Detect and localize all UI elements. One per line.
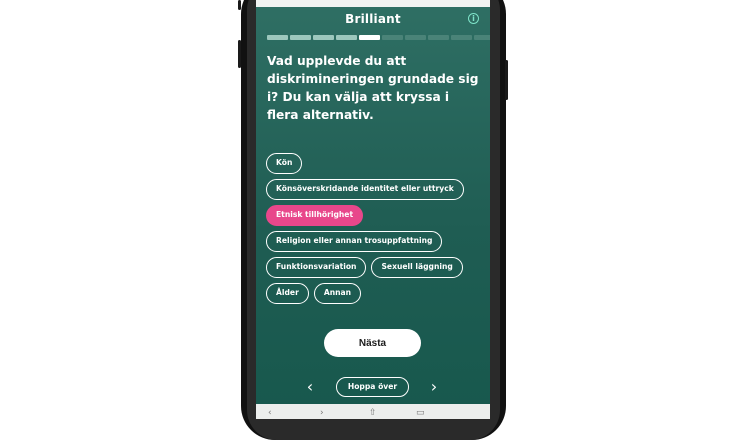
option-chip-kon[interactable]: Kön (266, 153, 303, 174)
tabs-icon[interactable]: ▭ (416, 408, 425, 418)
info-icon[interactable]: i (468, 13, 479, 24)
option-chip-funktionsvariation[interactable]: Funktionsvariation (266, 257, 367, 278)
option-chip-etnisk-tillhorighet[interactable]: Etnisk tillhörighet (266, 205, 364, 226)
phone-side-button-right (505, 60, 508, 100)
progress-segment-current (359, 35, 380, 40)
progress-segment (451, 35, 472, 40)
chevron-left-icon[interactable]: ‹ (302, 377, 318, 397)
option-chip-konsoverskridande[interactable]: Könsöverskridande identitet eller uttryc… (266, 179, 464, 200)
progress-segment (336, 35, 357, 40)
chevron-right-icon[interactable]: › (426, 377, 442, 397)
progress-segment (382, 35, 403, 40)
app-title: Brilliant (345, 12, 401, 26)
back-arrow-icon[interactable]: ‹ (268, 408, 272, 418)
option-chip-alder[interactable]: Ålder (266, 283, 309, 304)
progress-bar (267, 35, 490, 40)
question-text: Vad upplevde du att diskrimineringen gru… (267, 54, 479, 122)
option-chip-religion[interactable]: Religion eller annan trosuppfattning (266, 231, 443, 252)
progress-segment (428, 35, 449, 40)
progress-segment (313, 35, 334, 40)
next-button[interactable]: Nästa (324, 329, 421, 357)
progress-segment (267, 35, 288, 40)
option-chip-sexuell-laggning[interactable]: Sexuell läggning (371, 257, 463, 278)
phone-side-button-left (238, 40, 241, 68)
app-screen: Brilliant i Vad upplevde du att diskrimi… (256, 0, 490, 419)
options-list: Kön Könsöverskridande identitet eller ut… (266, 153, 486, 309)
progress-segment (474, 35, 490, 40)
progress-segment (405, 35, 426, 40)
top-strip (256, 0, 490, 7)
share-icon[interactable]: ⇧ (369, 408, 377, 418)
phone-side-button-left-top (238, 0, 241, 10)
progress-segment (290, 35, 311, 40)
option-chip-annan[interactable]: Annan (313, 283, 362, 304)
forward-arrow-icon[interactable]: › (320, 408, 324, 418)
skip-button[interactable]: Hoppa över (336, 377, 409, 397)
